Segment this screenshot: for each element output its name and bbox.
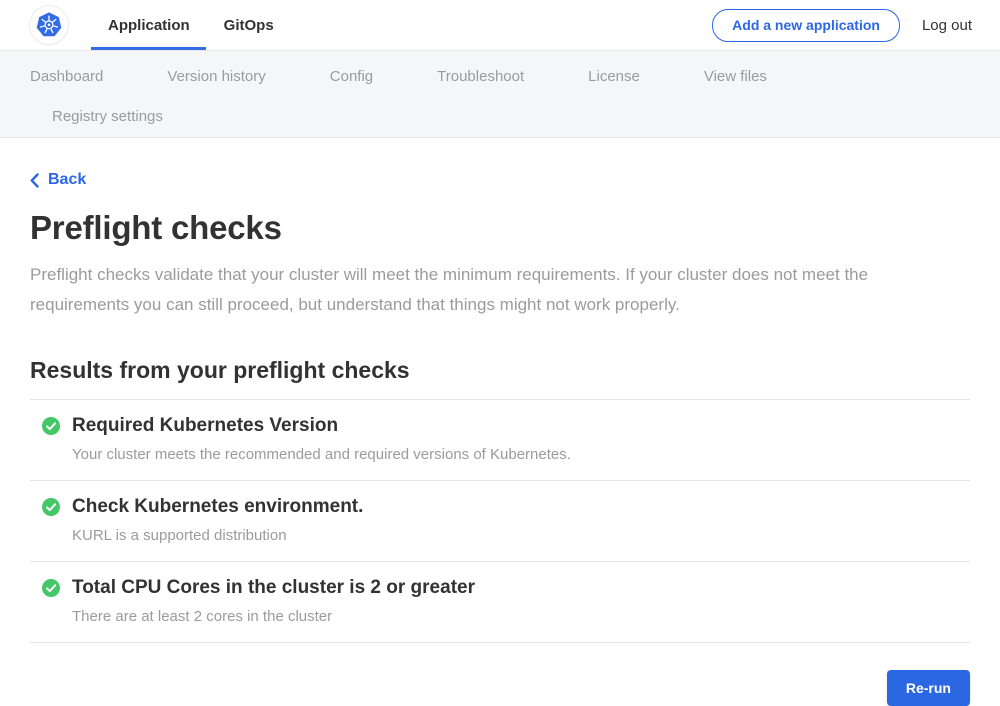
kubernetes-logo — [30, 6, 68, 44]
chevron-left-icon — [30, 173, 39, 188]
tab-gitops-label: GitOps — [224, 17, 274, 34]
tab-application-label: Application — [108, 17, 190, 34]
rerun-row: Re-run — [30, 670, 970, 706]
page-description: Preflight checks validate that your clus… — [30, 260, 950, 320]
check-message: Your cluster meets the recommended and r… — [72, 446, 970, 463]
rerun-button[interactable]: Re-run — [887, 670, 970, 706]
tab-gitops[interactable]: GitOps — [224, 0, 274, 50]
check-title-row: Required Kubernetes Version — [42, 415, 970, 437]
check-item-cpu-cores: Total CPU Cores in the cluster is 2 or g… — [30, 562, 970, 643]
check-pass-icon — [42, 498, 60, 516]
app-subnav: Dashboard Version history Config Trouble… — [0, 51, 1000, 138]
subnav-row-2: Registry settings — [30, 106, 970, 126]
main-content: Back Preflight checks Preflight checks v… — [0, 138, 1000, 706]
subnav-item-view-files[interactable]: View files — [704, 68, 767, 85]
check-title: Required Kubernetes Version — [72, 415, 338, 437]
check-item-kubernetes-environment: Check Kubernetes environment. KURL is a … — [30, 481, 970, 562]
results-heading: Results from your preflight checks — [30, 357, 970, 384]
check-pass-icon — [42, 417, 60, 435]
back-link[interactable]: Back — [30, 171, 86, 189]
tab-application[interactable]: Application — [108, 0, 190, 50]
subnav-item-dashboard[interactable]: Dashboard — [30, 68, 103, 85]
logout-link[interactable]: Log out — [922, 17, 972, 34]
check-title: Check Kubernetes environment. — [72, 496, 363, 518]
top-navbar: Application GitOps Add a new application… — [0, 0, 1000, 51]
check-title-row: Check Kubernetes environment. — [42, 496, 970, 518]
check-title: Total CPU Cores in the cluster is 2 or g… — [72, 577, 475, 599]
subnav-item-registry-settings[interactable]: Registry settings — [52, 108, 163, 125]
subnav-item-config[interactable]: Config — [330, 68, 373, 85]
back-link-label: Back — [48, 171, 86, 189]
kubernetes-logo-icon — [32, 8, 66, 42]
preflight-check-list: Required Kubernetes Version Your cluster… — [30, 399, 970, 643]
page-title: Preflight checks — [30, 209, 970, 247]
check-item-kubernetes-version: Required Kubernetes Version Your cluster… — [30, 400, 970, 481]
subnav-item-troubleshoot[interactable]: Troubleshoot — [437, 68, 524, 85]
subnav-item-license[interactable]: License — [588, 68, 640, 85]
check-pass-icon — [42, 579, 60, 597]
subnav-row-1: Dashboard Version history Config Trouble… — [30, 66, 970, 86]
check-message: There are at least 2 cores in the cluste… — [72, 608, 970, 625]
subnav-item-version-history[interactable]: Version history — [167, 68, 265, 85]
check-title-row: Total CPU Cores in the cluster is 2 or g… — [42, 577, 970, 599]
primary-tabs: Application GitOps — [108, 0, 308, 50]
check-message: KURL is a supported distribution — [72, 527, 970, 544]
add-new-application-button[interactable]: Add a new application — [712, 9, 900, 42]
